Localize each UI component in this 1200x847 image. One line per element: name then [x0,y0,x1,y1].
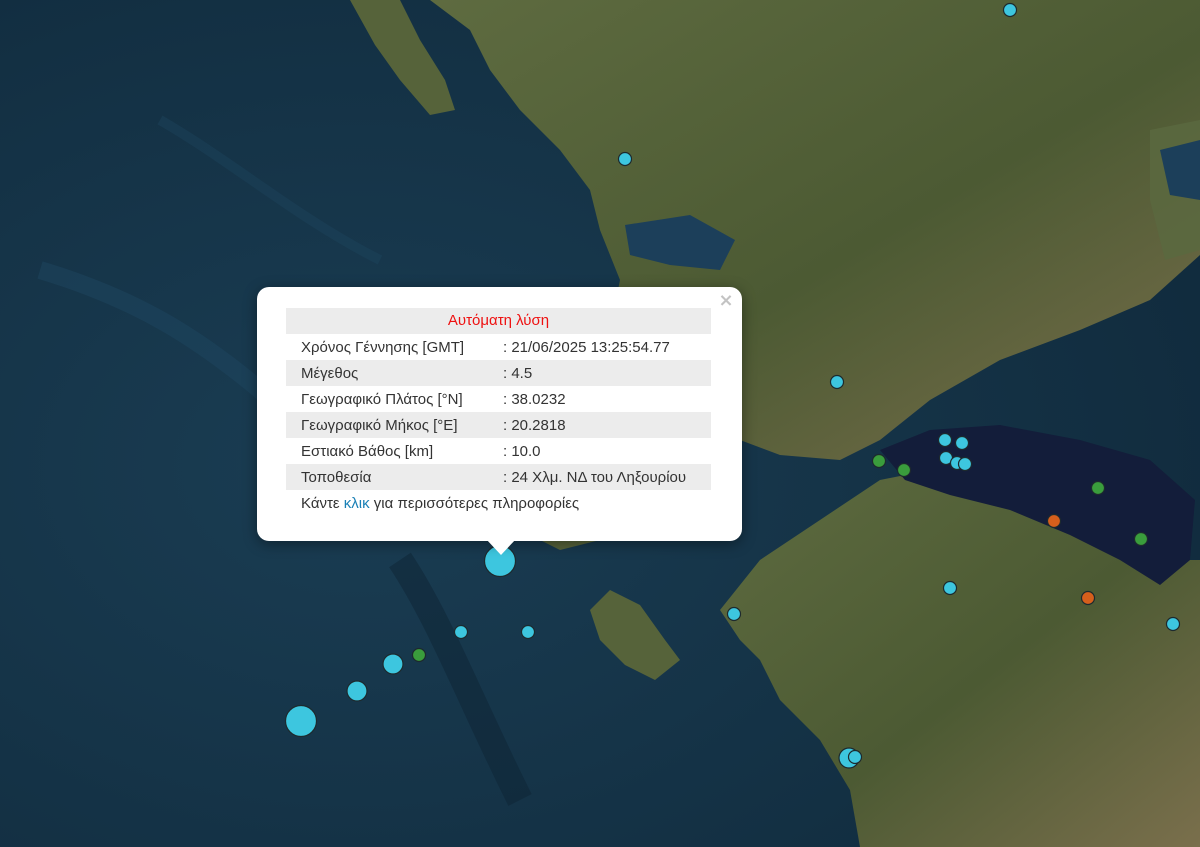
earthquake-marker-cyan[interactable] [829,374,845,390]
earthquake-marker-green[interactable] [1090,480,1106,496]
earthquake-popup: × Αυτόματη λύση Χρόνος Γέννησης [GMT] : … [257,287,742,555]
location-value: : 24 Χλμ. ΝΔ του Ληξουρίου [503,464,711,490]
depth-label: Εστιακό Βάθος [km] [301,442,434,460]
earthquake-marker-cyan[interactable] [382,653,404,675]
earthquake-marker-cyan[interactable] [1002,2,1018,18]
earthquake-marker-cyan[interactable] [957,456,973,472]
earthquake-marker-cyan[interactable] [937,432,953,448]
earthquake-marker-cyan[interactable] [726,606,742,622]
earthquake-marker-cyan[interactable] [617,151,633,167]
origin-time-label: Χρόνος Γέννησης [GMT] [301,338,465,356]
more-info-suffix: για περισσότερες πληροφορίες [369,495,580,512]
more-info-link[interactable]: κλικ [344,495,370,512]
table-row: Γεωγραφικό Μήκος [°E] : 20.2818 [286,412,711,438]
earthquake-marker-cyan[interactable] [453,624,469,640]
more-info-prefix: Κάντε [301,495,344,512]
longitude-value: : 20.2818 [503,412,711,438]
popup-content: Αυτόματη λύση Χρόνος Γέννησης [GMT] : 21… [286,308,711,518]
earthquake-marker-orange[interactable] [1046,513,1062,529]
table-row: Χρόνος Γέννησης [GMT] : 21/06/2025 13:25… [286,334,711,360]
popup-tip [486,539,516,555]
table-row: Τοποθεσία : 24 Χλμ. ΝΔ του Ληξουρίου [286,464,711,490]
magnitude-label: Μέγεθος [286,360,503,386]
earthquake-attributes-table: Χρόνος Γέννησης [GMT] : 21/06/2025 13:25… [286,334,711,490]
table-row: Μέγεθος : 4.5 [286,360,711,386]
earthquake-marker-cyan[interactable] [284,704,318,738]
location-label: Τοποθεσία [286,464,503,490]
magnitude-value: : 4.5 [503,360,711,386]
earthquake-marker-green[interactable] [896,462,912,478]
earthquake-marker-cyan[interactable] [942,580,958,596]
latitude-value: : 38.0232 [503,390,566,408]
table-row: Γεωγραφικό Πλάτος [°N] : 38.0232 [286,386,711,412]
earthquake-marker-orange[interactable] [1080,590,1096,606]
latitude-label: Γεωγραφικό Πλάτος [°N] [301,390,463,408]
origin-time-value: : 21/06/2025 13:25:54.77 [503,338,670,356]
close-icon[interactable]: × [718,292,734,310]
earthquake-marker-cyan[interactable] [954,435,970,451]
depth-value: : 10.0 [503,442,541,460]
earthquake-marker-green[interactable] [411,647,427,663]
popup-title: Αυτόματη λύση [286,308,711,334]
longitude-label: Γεωγραφικό Μήκος [°E] [286,412,503,438]
earthquake-marker-cyan[interactable] [847,749,863,765]
earthquake-marker-green[interactable] [1133,531,1149,547]
earthquake-marker-cyan[interactable] [520,624,536,640]
earthquake-marker-cyan[interactable] [346,680,368,702]
earthquake-marker-green[interactable] [871,453,887,469]
table-row: Εστιακό Βάθος [km] : 10.0 [286,438,711,464]
more-info-line: Κάντε κλικ για περισσότερες πληροφορίες [286,490,711,518]
earthquake-marker-cyan[interactable] [1165,616,1181,632]
